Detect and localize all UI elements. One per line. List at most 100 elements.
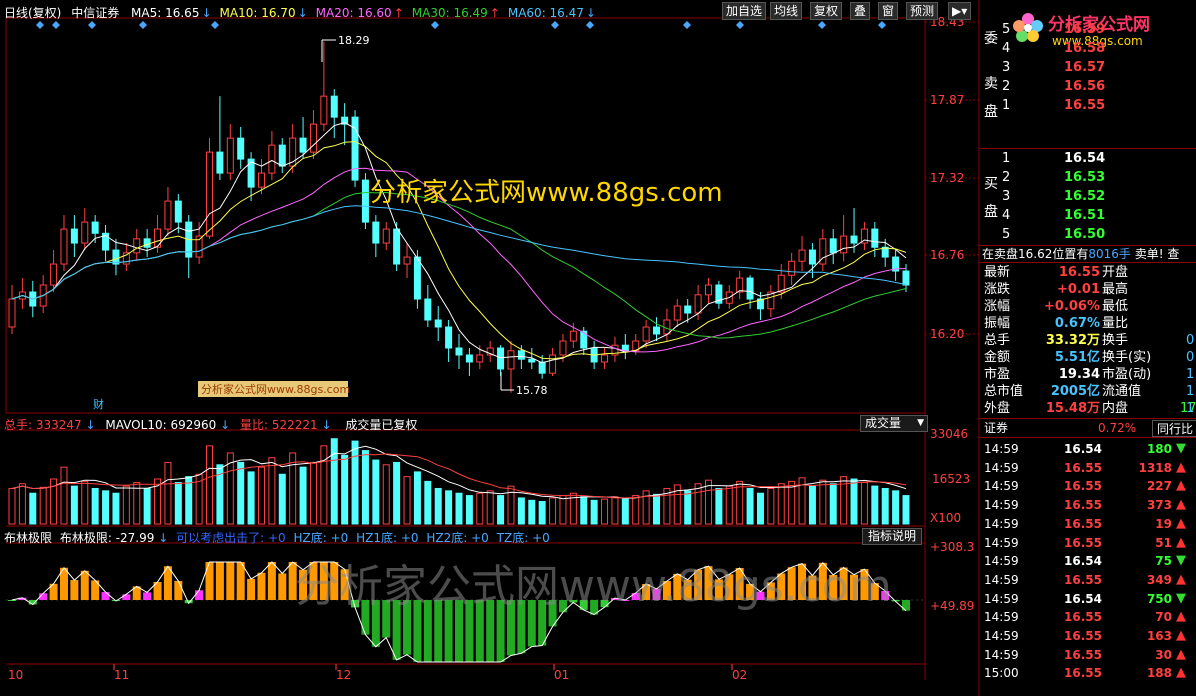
stat-row: 最新 16.55 开盘: [982, 264, 1196, 281]
candle-body: [206, 151, 214, 237]
indicator-bar: [195, 590, 204, 600]
buy-level-row[interactable]: 2 16.53: [982, 169, 1196, 187]
sell-level-row[interactable]: 2 16.56: [982, 78, 1196, 96]
stat-value: 16.55: [1058, 265, 1100, 280]
toolbar-button[interactable]: 预测: [906, 2, 939, 20]
candle-body: [902, 270, 910, 286]
finance-marker[interactable]: 财: [93, 397, 104, 411]
indicator-name[interactable]: 布林极限: [4, 531, 52, 545]
buy-level-row[interactable]: 5 16.50: [982, 226, 1196, 244]
buy-level: 5: [1002, 227, 1011, 242]
volume-selector[interactable]: 成交量 ▼: [860, 415, 928, 432]
volume-bar: [445, 490, 453, 525]
tick-time: 14:59: [984, 610, 1019, 625]
price-axis-label: 16.20: [930, 327, 964, 341]
volume-bar: [528, 499, 536, 525]
tick-volume: 51: [1155, 535, 1172, 550]
tick-row: 14:59 16.54 180 ▼: [982, 440, 1196, 458]
buy-level-row[interactable]: 1 16.54: [982, 150, 1196, 168]
volume-bar: [590, 499, 598, 525]
toolbar-menu-arrow-icon[interactable]: ▶▾: [948, 2, 972, 20]
toolbar-button[interactable]: 加自选: [722, 2, 767, 20]
low-value: 15.78: [516, 384, 548, 397]
indicator-bar: [226, 562, 235, 600]
buy-price: 16.51: [1064, 208, 1106, 223]
volume-bar: [881, 487, 889, 525]
peer-compare-tab[interactable]: 同行比: [1152, 420, 1196, 437]
volume-bar: [122, 485, 130, 525]
candle-body: [497, 347, 505, 370]
candle-body: [351, 116, 359, 181]
volume-axis-unit: X100: [930, 511, 961, 525]
indicator-bar: [143, 592, 152, 600]
ma-legend: MA5: 16.65 ↓ MA10: 16.70 ↓ MA20: 16.60 ↑ MA30:…: [123, 6, 596, 20]
tick-time: 14:59: [984, 629, 1019, 643]
ma-legend-item: MA20: 16.60: [315, 6, 392, 20]
candle-body: [559, 340, 567, 356]
tick-price: 16.55: [1064, 629, 1102, 643]
candle-body: [372, 221, 380, 244]
indicator-axis-label: +49.89: [930, 599, 974, 613]
candle-body: [8, 298, 16, 328]
volume-bar: [164, 461, 172, 525]
buy-level-row[interactable]: 4 16.51: [982, 207, 1196, 225]
candle-body: [808, 249, 816, 265]
sector-divider: [979, 418, 1196, 419]
sell-price: 16.55: [1064, 98, 1106, 113]
tick-row: 14:59 16.55 30 ▲: [982, 646, 1196, 664]
volume-bars: [8, 438, 910, 525]
order-alert-action[interactable]: 卖单! 查: [1135, 247, 1180, 261]
candle-body: [320, 95, 328, 125]
stat-row: 涨跌 +0.01 最高: [982, 281, 1196, 298]
candle-body: [736, 277, 744, 293]
up-arrow-icon: ▲: [1176, 628, 1186, 643]
sector-change: 0.72%: [1098, 421, 1137, 435]
indicator-help-button[interactable]: 指标说明: [862, 528, 922, 545]
volume-bar: [819, 479, 827, 525]
toolbar-button[interactable]: 复权: [810, 2, 843, 20]
sell-level-row[interactable]: 1 16.55: [982, 97, 1196, 115]
toolbar-button[interactable]: 叠: [850, 2, 871, 20]
volume-bar: [382, 464, 390, 525]
date-axis-label: 12: [336, 668, 351, 682]
stat-cut-row: 0: [982, 332, 1196, 349]
tick-volume: 163: [1146, 629, 1172, 643]
indicator-bar: [278, 573, 287, 600]
ma-legend-item: MA30: 16.49: [411, 6, 488, 20]
sell-level-row[interactable]: 4 16.58: [982, 40, 1196, 58]
tick-time: 14:59: [984, 591, 1019, 606]
candle-body: [465, 354, 473, 363]
volume-bar: [320, 445, 328, 525]
candle-body: [70, 228, 78, 244]
volume-bar: [860, 482, 868, 525]
stats-divider: [979, 262, 1196, 263]
tick-volume: 75: [1155, 554, 1172, 569]
sell-level-row[interactable]: 5 16.59: [982, 21, 1196, 39]
up-arrow-icon: ▲: [1176, 478, 1186, 494]
volume-bar: [39, 486, 47, 525]
volume-bar: [736, 480, 744, 525]
tick-time: 14:59: [984, 460, 1019, 475]
volume-bar: [330, 438, 338, 525]
toolbar-button[interactable]: 窗: [878, 2, 899, 20]
candle-body: [642, 326, 650, 342]
volume-bar: [756, 492, 764, 525]
stock-name: 中信证券: [71, 6, 120, 20]
indicator-value: 布林极限: -27.99: [59, 531, 155, 545]
sell-level-row[interactable]: 3 16.57: [982, 59, 1196, 77]
toolbar-button[interactable]: 均线: [770, 2, 803, 20]
stat-row: 涨幅 +0.06% 最低: [982, 298, 1196, 315]
volume-bar: [580, 496, 588, 525]
buy-level-row[interactable]: 3 16.52: [982, 188, 1196, 206]
orderbook-divider: [979, 148, 1196, 149]
down-arrow-icon: ↓: [85, 418, 96, 432]
buy-level: 2: [1002, 170, 1011, 185]
indicator-bar: [902, 600, 910, 611]
signal-diamond-icon: [683, 21, 691, 29]
indicator-hz1: HZ1底: +0: [356, 531, 419, 545]
tick-volume: 70: [1155, 610, 1172, 625]
candle-body: [434, 319, 442, 328]
period-label[interactable]: 日线(复权): [4, 6, 61, 20]
volume-bar: [476, 492, 484, 525]
volume-bar: [694, 483, 702, 525]
